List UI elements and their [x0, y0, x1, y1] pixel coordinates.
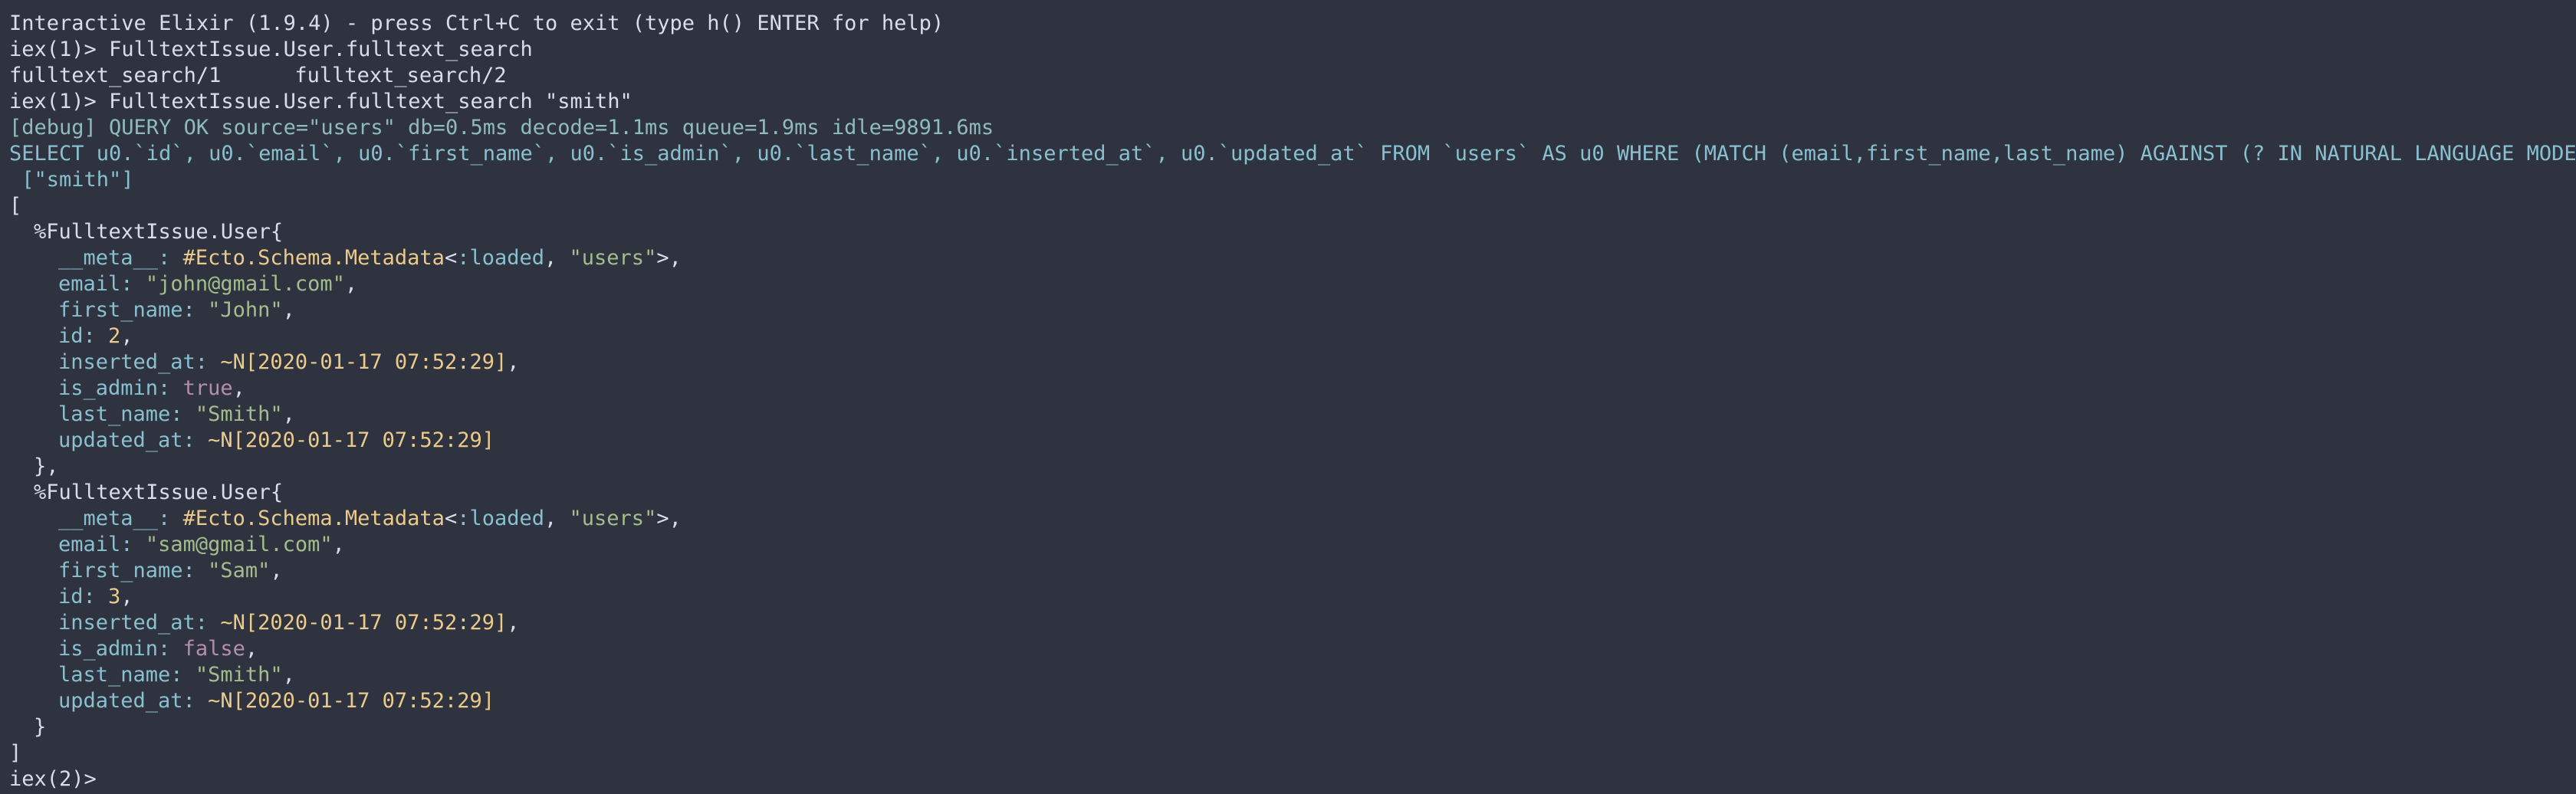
field-value: 2 — [108, 324, 121, 348]
sigil: ~N — [220, 350, 245, 374]
meta-bracket: >, — [656, 507, 682, 530]
field-key: first_name: — [58, 298, 196, 322]
meta-source: "users" — [569, 507, 657, 530]
field-value: "Smith" — [195, 402, 283, 426]
field-value: "Sam" — [208, 559, 271, 582]
field-key: id: — [58, 324, 96, 348]
banner-line: Interactive Elixir (1.9.4) - press Ctrl+… — [9, 11, 2576, 37]
record-field-is-admin: is_admin: true, — [58, 376, 245, 400]
record-field-first-name: first_name: "John", — [58, 298, 295, 322]
sigil: ~N — [208, 428, 233, 452]
field-value: "john@gmail.com" — [145, 272, 345, 296]
meta-bracket: < — [444, 507, 458, 530]
record-field-inserted-at: inserted_at: ~N[2020-01-17 07:52:29], — [58, 350, 520, 374]
field-value: [2020-01-17 07:52:29] — [232, 428, 495, 452]
field-key: first_name: — [58, 559, 196, 582]
record-field-is-admin: is_admin: false, — [58, 637, 258, 661]
list-open-line: [ — [9, 193, 2576, 219]
list-close: ] — [9, 741, 22, 765]
command-line-1: iex(1)> FulltextIssue.User.fulltext_sear… — [9, 37, 2576, 63]
completion-line: fulltext_search/1 fulltext_search/2 — [9, 63, 2576, 89]
field-key: inserted_at: — [58, 611, 209, 635]
record-field-inserted-at: inserted_at: ~N[2020-01-17 07:52:29], — [58, 611, 520, 635]
debug-text: [debug] QUERY OK source="users" db=0.5ms… — [9, 116, 994, 139]
record-field-last-name: last_name: "Smith", — [58, 663, 295, 687]
completion-item: fulltext_search/1 — [9, 64, 222, 87]
banner-text: Interactive Elixir (1.9.4) - press Ctrl+… — [9, 11, 945, 35]
prompt: iex(1)> — [9, 90, 97, 113]
field-value: 3 — [108, 585, 121, 609]
record-field-id: id: 2, — [58, 324, 133, 348]
field-value: "sam@gmail.com" — [145, 533, 333, 556]
prompt: iex(1)> — [9, 38, 97, 61]
record-field-last-name: last_name: "Smith", — [58, 402, 295, 426]
field-key: __meta__: — [58, 246, 171, 270]
record-field-first-name: first_name: "Sam", — [58, 559, 283, 582]
input-prompt-line[interactable]: iex(2)> — [9, 766, 2576, 792]
field-value: "John" — [208, 298, 283, 322]
record-field-updated-at: updated_at: ~N[2020-01-17 07:52:29] — [9, 428, 2576, 454]
record-field-id: id: 3, — [58, 585, 133, 609]
meta-struct: #Ecto.Schema.Metadata — [182, 507, 445, 530]
debug-line: [debug] QUERY OK source="users" db=0.5ms… — [9, 115, 2576, 141]
field-key: updated_at: — [58, 428, 196, 452]
struct-close-line: } — [9, 714, 2576, 740]
field-value: "Smith" — [195, 663, 283, 687]
struct-close-line: }, — [9, 454, 2576, 480]
field-value: false — [182, 637, 245, 661]
field-key: inserted_at: — [58, 350, 209, 374]
list-close-line: ] — [9, 740, 2576, 766]
record-field-meta: __meta__: #Ecto.Schema.Metadata<:loaded,… — [9, 506, 2576, 532]
record-field-updated-at: updated_at: ~N[2020-01-17 07:52:29] — [9, 688, 2576, 714]
params-line: ["smith"] — [9, 167, 2576, 193]
list-open: [ — [9, 194, 22, 218]
command-line-2: iex(1)> FulltextIssue.User.fulltext_sear… — [9, 89, 2576, 115]
struct-open-line: %FulltextIssue.User{ — [9, 219, 2576, 245]
meta-separator: , — [544, 507, 570, 530]
prompt: iex(2)> — [9, 767, 97, 791]
struct-name: %FulltextIssue.User{ — [34, 481, 284, 504]
record-field-email: email: "john@gmail.com", — [58, 272, 358, 296]
terminal-window[interactable]: Interactive Elixir (1.9.4) - press Ctrl+… — [0, 0, 2576, 794]
field-key: last_name: — [58, 402, 183, 426]
sql-text: SELECT u0.`id`, u0.`email`, u0.`first_na… — [9, 142, 2576, 166]
meta-bracket: >, — [656, 246, 682, 270]
struct-close: } — [34, 715, 47, 739]
params-text: ["smith"] — [9, 168, 134, 192]
sigil: ~N — [220, 611, 245, 635]
command-text: FulltextIssue.User.fulltext_search — [109, 38, 533, 61]
completion-item: fulltext_search/2 — [294, 64, 507, 87]
field-key: is_admin: — [58, 376, 171, 400]
field-key: __meta__: — [58, 507, 171, 530]
field-key: email: — [58, 533, 133, 556]
struct-open-line: %FulltextIssue.User{ — [9, 480, 2576, 506]
field-key: updated_at: — [58, 689, 196, 713]
command-text: FulltextIssue.User.fulltext_search "smit… — [109, 90, 632, 113]
meta-atom: :loaded — [457, 507, 545, 530]
field-key: id: — [58, 585, 96, 609]
field-value: [2020-01-17 07:52:29] — [245, 350, 508, 374]
record-field-email: email: "sam@gmail.com", — [58, 533, 345, 556]
struct-name: %FulltextIssue.User{ — [34, 220, 284, 244]
field-value: true — [182, 376, 233, 400]
field-value: [2020-01-17 07:52:29] — [245, 611, 508, 635]
field-key: email: — [58, 272, 133, 296]
record-field-meta: __meta__: #Ecto.Schema.Metadata<:loaded,… — [9, 245, 2576, 271]
sigil: ~N — [208, 689, 233, 713]
sql-line: SELECT u0.`id`, u0.`email`, u0.`first_na… — [9, 141, 2576, 167]
meta-bracket: < — [444, 246, 458, 270]
struct-close: }, — [34, 454, 59, 478]
meta-source: "users" — [569, 246, 657, 270]
meta-separator: , — [544, 246, 570, 270]
meta-atom: :loaded — [457, 246, 545, 270]
field-value: [2020-01-17 07:52:29] — [232, 689, 495, 713]
field-key: is_admin: — [58, 637, 171, 661]
field-key: last_name: — [58, 663, 183, 687]
meta-struct: #Ecto.Schema.Metadata — [182, 246, 445, 270]
